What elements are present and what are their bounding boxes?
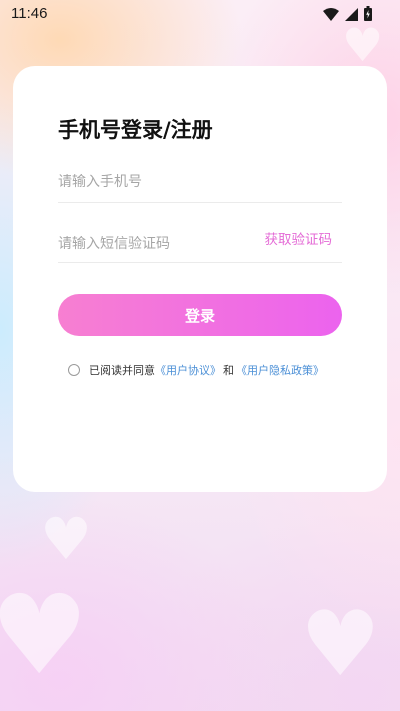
- get-code-button[interactable]: 获取验证码: [265, 228, 333, 248]
- status-icons: [323, 6, 372, 25]
- login-card: 手机号登录/注册 获取验证码 登录 已阅读并同意 《用户协议》 和 《用户隐私政…: [13, 66, 387, 492]
- status-time: 11:46: [11, 5, 48, 22]
- agreement-row: 已阅读并同意 《用户协议》 和 《用户隐私政策》: [68, 362, 324, 378]
- wifi-icon: [323, 6, 339, 25]
- heart-decoration-icon: ♥: [342, 18, 384, 72]
- code-input[interactable]: [58, 236, 258, 252]
- heart-decoration-icon: ♥: [300, 592, 381, 697]
- page-title: 手机号登录/注册: [58, 118, 213, 142]
- status-bar: 11:46: [0, 0, 400, 28]
- agree-checkbox[interactable]: [68, 364, 80, 376]
- and-text: 和: [223, 364, 234, 377]
- heart-decoration-icon: ♥: [40, 505, 92, 573]
- code-field: 获取验证码: [58, 226, 342, 263]
- agree-text: 已阅读并同意: [89, 364, 155, 377]
- user-agreement-link[interactable]: 《用户协议》: [155, 362, 221, 378]
- battery-icon: [364, 6, 372, 25]
- privacy-policy-link[interactable]: 《用户隐私政策》: [236, 362, 324, 378]
- phone-field: [58, 166, 342, 203]
- heart-decoration-icon: ♥: [0, 571, 89, 699]
- signal-icon: [345, 6, 358, 25]
- phone-input[interactable]: [58, 174, 258, 190]
- login-button[interactable]: 登录: [58, 294, 342, 336]
- login-screen: ♥ ♥ ♥ ♥ 11:46 手机号登录/注册 请输入手机号 请输入短信验证码 获…: [0, 0, 400, 711]
